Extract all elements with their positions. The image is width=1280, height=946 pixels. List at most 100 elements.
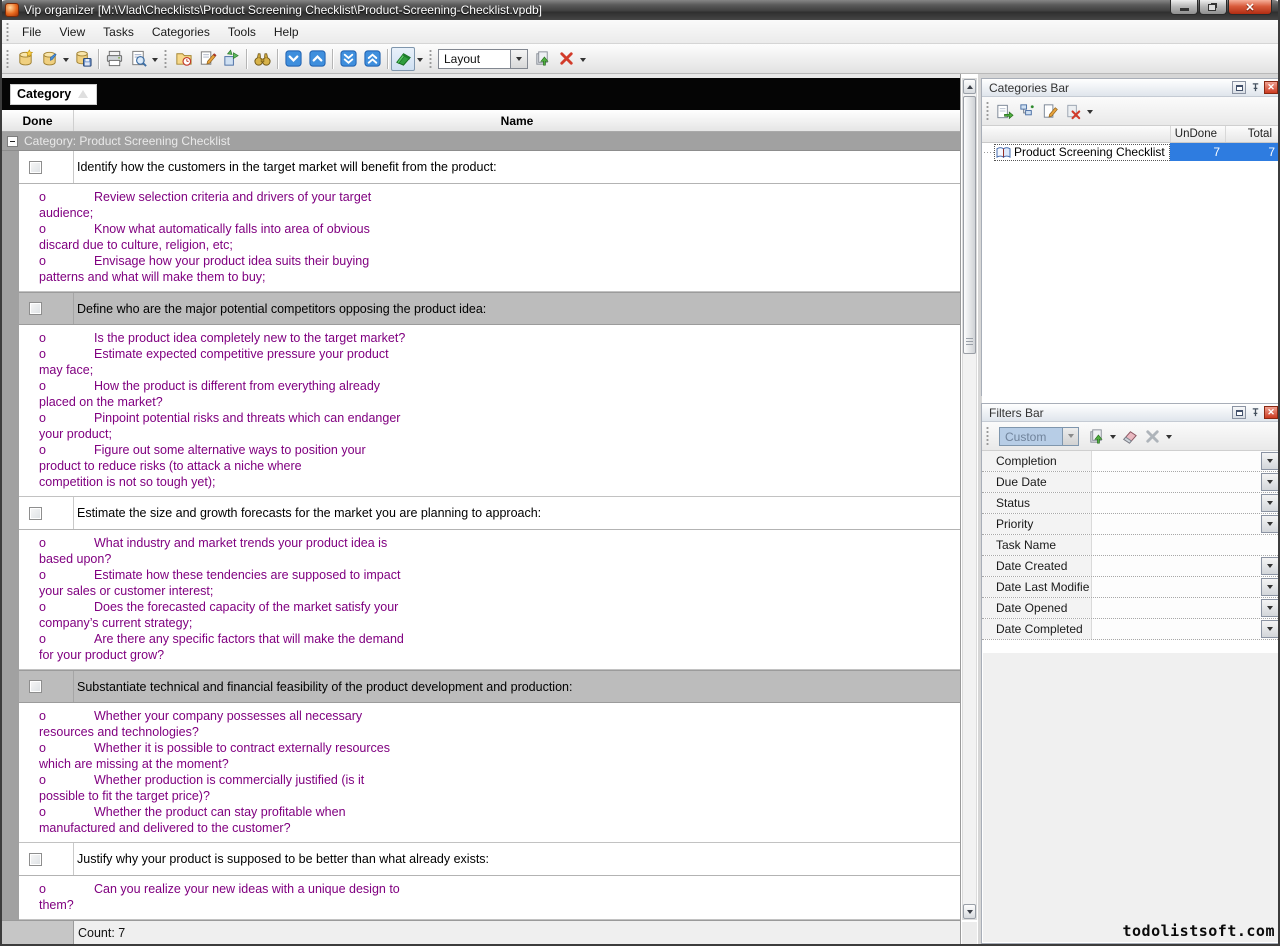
edit-task-button[interactable] [195,47,219,71]
menu-help[interactable]: Help [265,21,308,43]
categories-toolbar-overflow[interactable] [1085,100,1095,122]
open-database-button[interactable] [37,47,61,71]
task-row[interactable]: Estimate the size and growth forecasts f… [19,497,960,530]
scroll-up-button[interactable] [963,79,976,94]
filter-value[interactable] [1092,514,1260,534]
layout-combobox-arrow[interactable] [510,49,528,69]
delete-category-button[interactable] [1062,100,1085,123]
filters-close-button[interactable]: ✕ [1264,406,1278,419]
filter-dropdown-button[interactable] [1261,494,1279,512]
delete-filter-button[interactable] [1141,425,1164,448]
clear-filter-button[interactable] [1118,425,1141,448]
sort-ascending-icon [78,90,88,98]
scroll-down-button[interactable] [963,904,976,919]
task-checkbox[interactable] [29,161,42,174]
task-checkbox[interactable] [29,680,42,693]
filter-dropdown-button[interactable] [1261,515,1279,533]
move-down-button[interactable] [281,47,305,71]
filter-value[interactable] [1092,577,1260,597]
apply-layout-button[interactable] [530,47,554,71]
filter-value[interactable] [1092,472,1260,492]
filters-toolbar-overflow[interactable] [1164,425,1174,447]
close-button[interactable]: ✕ [1228,0,1272,15]
column-header-name[interactable]: Name [74,110,960,131]
layout-combobox-value[interactable]: Layout [438,49,510,69]
column-header-total[interactable]: Total [1225,126,1280,142]
drag-grip[interactable] [428,50,433,68]
filter-dropdown-button[interactable] [1261,599,1279,617]
task-checkbox[interactable] [29,853,42,866]
categories-pin-button[interactable] [1248,81,1262,94]
task-checkbox[interactable] [29,302,42,315]
new-task-button[interactable] [171,47,195,71]
task-row[interactable]: Justify why your product is supposed to … [19,843,960,876]
filter-label: Date Last Modifie [982,577,1092,597]
print-button[interactable] [102,47,126,71]
group-by-category-header[interactable]: Category [10,84,97,105]
filter-value[interactable] [1092,619,1260,639]
new-database-button[interactable] [13,47,37,71]
layout-combobox[interactable]: Layout [438,49,528,69]
filter-dropdown-button[interactable] [1261,578,1279,596]
toolbar-overflow-dropdown[interactable] [578,48,588,70]
move-bottom-button[interactable] [336,47,360,71]
drag-grip[interactable] [985,102,990,120]
menu-tools[interactable]: Tools [219,21,265,43]
print-preview-dropdown[interactable] [150,48,160,70]
apply-filter-button[interactable] [1085,425,1108,448]
filter-dropdown-button[interactable] [1261,452,1279,470]
menu-view[interactable]: View [50,21,94,43]
restore-button[interactable] [1199,0,1227,15]
task-row[interactable]: Substantiate technical and financial fea… [19,670,960,703]
edit-category-button[interactable] [1039,100,1062,123]
complete-task-button[interactable] [219,47,243,71]
filters-restore-button[interactable] [1232,406,1246,419]
category-undone-cell[interactable]: 7 [1170,143,1225,161]
move-top-button[interactable] [360,47,384,71]
filter-preset-value[interactable]: Custom [999,427,1062,446]
drag-grip[interactable] [985,427,990,445]
menu-tasks[interactable]: Tasks [94,21,143,43]
scrollbar-thumb[interactable] [963,96,976,354]
notes-panel-dropdown[interactable] [415,48,425,70]
filter-value[interactable] [1092,556,1260,576]
delete-layout-button[interactable] [554,47,578,71]
filter-value[interactable] [1092,493,1260,513]
drag-grip[interactable] [5,23,10,41]
apply-filter-dropdown[interactable] [1108,425,1118,447]
minimize-button[interactable] [1170,0,1198,15]
category-total-cell[interactable]: 7 [1225,143,1280,161]
save-database-button[interactable] [71,47,95,71]
column-header-done[interactable]: Done [2,110,74,131]
menu-categories[interactable]: Categories [143,21,219,43]
open-database-dropdown[interactable] [61,48,71,70]
filter-preset-combobox[interactable]: Custom [999,427,1079,446]
column-header-undone[interactable]: UnDone [1170,126,1225,142]
task-row[interactable]: Define who are the major potential compe… [19,292,960,325]
category-tree-row[interactable]: Product Screening Checklist 7 7 [982,143,1280,161]
filter-value[interactable] [1092,451,1260,471]
task-row[interactable]: Identify how the customers in the target… [19,151,960,184]
task-checkbox[interactable] [29,507,42,520]
collapse-minus-icon[interactable] [7,136,18,147]
menu-file[interactable]: File [13,21,50,43]
drag-grip[interactable] [5,50,10,68]
filter-preset-arrow[interactable] [1062,427,1079,446]
vertical-scrollbar[interactable] [962,78,977,920]
add-category-button[interactable] [993,100,1016,123]
notes-panel-toggle-button[interactable] [391,47,415,71]
drag-grip[interactable] [163,50,168,68]
print-preview-button[interactable] [126,47,150,71]
move-up-button[interactable] [305,47,329,71]
filter-value[interactable] [1092,598,1260,618]
filter-dropdown-button[interactable] [1261,473,1279,491]
filter-dropdown-button[interactable] [1261,557,1279,575]
filter-value[interactable] [1092,535,1280,555]
filters-pin-button[interactable] [1248,406,1262,419]
category-group-row[interactable]: Category: Product Screening Checklist [2,132,960,151]
add-subcategory-button[interactable] [1016,100,1039,123]
categories-restore-button[interactable] [1232,81,1246,94]
categories-close-button[interactable]: ✕ [1264,81,1278,94]
search-button[interactable] [250,47,274,71]
filter-dropdown-button[interactable] [1261,620,1279,638]
